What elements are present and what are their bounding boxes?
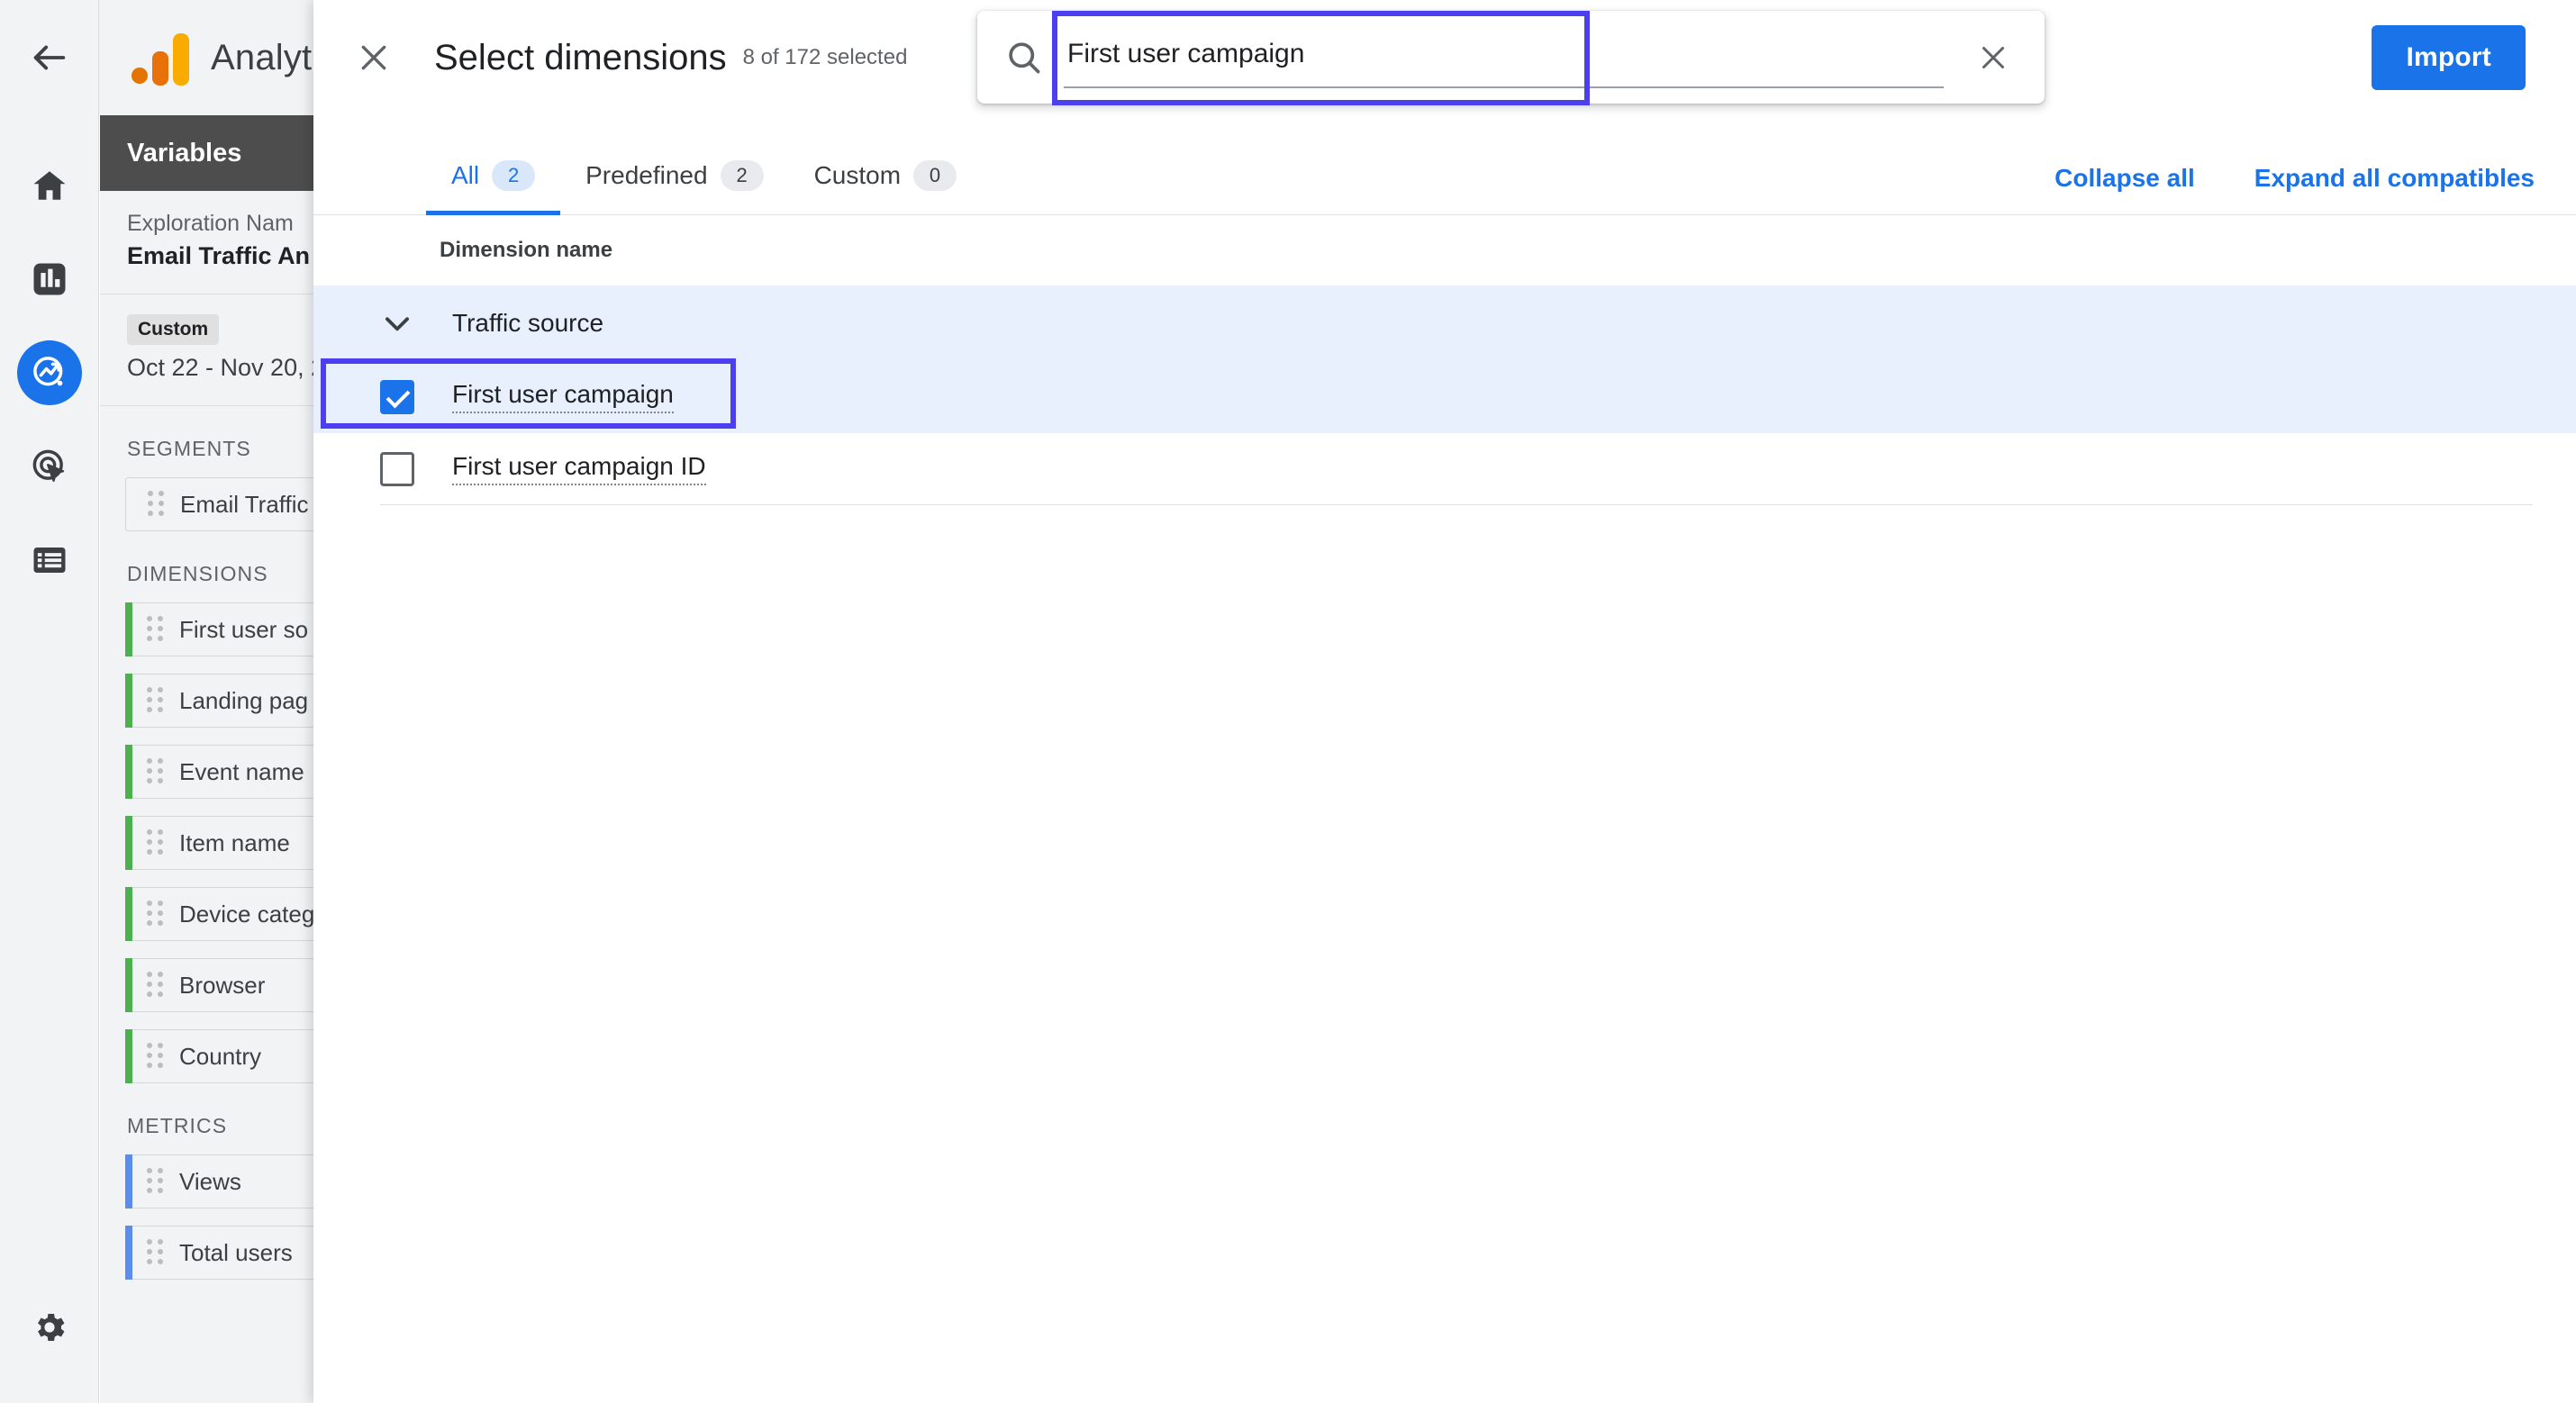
tab-all[interactable]: All 2 (426, 160, 561, 215)
column-header-dimension-name: Dimension name (440, 238, 613, 262)
status-badge: 2 (492, 160, 536, 191)
back-button[interactable] (0, 0, 99, 115)
dialog-tab-row: All 2 Predefined 2 Custom 0 Collapse all… (313, 115, 2576, 215)
drag-handle-icon[interactable] (147, 1239, 165, 1266)
drag-handle-icon[interactable] (147, 972, 165, 999)
tab-list: All 2 Predefined 2 Custom 0 (426, 160, 982, 215)
metric-label: Total users (179, 1238, 293, 1266)
group-label: Traffic source (452, 309, 604, 337)
close-dialog-button[interactable] (333, 17, 414, 98)
search-icon (1009, 41, 1040, 73)
select-dimensions-dialog: Select dimensions 8 of 172 selected Impo… (313, 0, 2576, 1403)
import-button[interactable]: Import (2372, 25, 2526, 90)
rail-item-reports[interactable] (17, 247, 82, 312)
dimension-label: Landing pag (179, 686, 309, 714)
clear-search-button[interactable] (1962, 26, 2025, 89)
status-badge: 2 (720, 160, 764, 191)
collapse-all-link[interactable]: Collapse all (2054, 164, 2195, 193)
tab-predefined[interactable]: Predefined 2 (560, 160, 788, 214)
rail-item-advertising[interactable] (17, 434, 82, 499)
search-input-wrapper (1064, 27, 1944, 88)
target-cursor-icon (32, 449, 64, 482)
dimension-label: Event name (179, 757, 304, 785)
drag-handle-icon[interactable] (147, 901, 165, 928)
dimension-label: Country (179, 1042, 262, 1070)
gear-icon (37, 1313, 64, 1342)
chevron-down-icon[interactable] (380, 306, 414, 340)
expand-all-compatibles-link[interactable]: Expand all compatibles (2254, 164, 2535, 193)
dialog-header: Select dimensions 8 of 172 selected Impo… (313, 0, 2576, 115)
arrow-left-icon (33, 45, 65, 70)
search-card (977, 11, 2045, 104)
drag-handle-icon[interactable] (147, 1043, 165, 1070)
dialog-header-links: Collapse all Expand all compatibles (2054, 164, 2535, 193)
list-table-icon (33, 548, 65, 573)
bar-chart-icon (33, 263, 65, 295)
home-icon (33, 171, 65, 200)
close-icon (1982, 46, 2004, 68)
table-row[interactable]: First user campaign ID (313, 433, 2576, 505)
search-input[interactable] (1064, 38, 1944, 75)
drag-handle-icon[interactable] (147, 616, 165, 643)
dimension-label: First user campaign ID (452, 453, 706, 485)
left-icon-rail (0, 115, 99, 1403)
explore-icon (32, 357, 62, 386)
date-range-chip: Custom (127, 314, 220, 345)
dimension-checkbox[interactable] (380, 380, 414, 414)
selected-count-text: 8 of 172 selected (742, 45, 908, 69)
rail-item-home[interactable] (17, 153, 82, 218)
dimension-group-traffic-source[interactable]: Traffic source (313, 285, 2576, 361)
segment-label: Email Traffic (180, 490, 309, 518)
tab-label: Custom (813, 161, 902, 189)
close-icon (361, 45, 386, 70)
dimension-label: First user so (179, 615, 309, 643)
table-row[interactable]: First user campaign (313, 361, 2576, 433)
tab-custom[interactable]: Custom 0 (789, 160, 982, 214)
dimension-label: Item name (179, 828, 290, 856)
dimension-label: Browser (179, 971, 266, 999)
rail-item-admin-list[interactable] (17, 528, 82, 593)
drag-handle-icon[interactable] (147, 1168, 165, 1195)
dimension-checkbox[interactable] (380, 452, 414, 486)
drag-handle-icon[interactable] (147, 687, 165, 714)
rail-item-settings[interactable] (17, 1295, 82, 1360)
page-title: Select dimensions (434, 37, 727, 77)
tab-label: Predefined (585, 161, 708, 189)
drag-handle-icon[interactable] (147, 758, 165, 785)
google-analytics-logo (132, 30, 189, 86)
metric-label: Views (179, 1167, 241, 1195)
rail-item-explore[interactable] (16, 340, 82, 405)
dimension-label: First user campaign (452, 381, 674, 413)
status-badge: 0 (913, 160, 957, 191)
drag-handle-icon[interactable] (147, 829, 165, 856)
drag-handle-icon[interactable] (148, 491, 166, 518)
tab-label: All (451, 161, 480, 189)
dimension-label: Device categ (179, 900, 315, 928)
